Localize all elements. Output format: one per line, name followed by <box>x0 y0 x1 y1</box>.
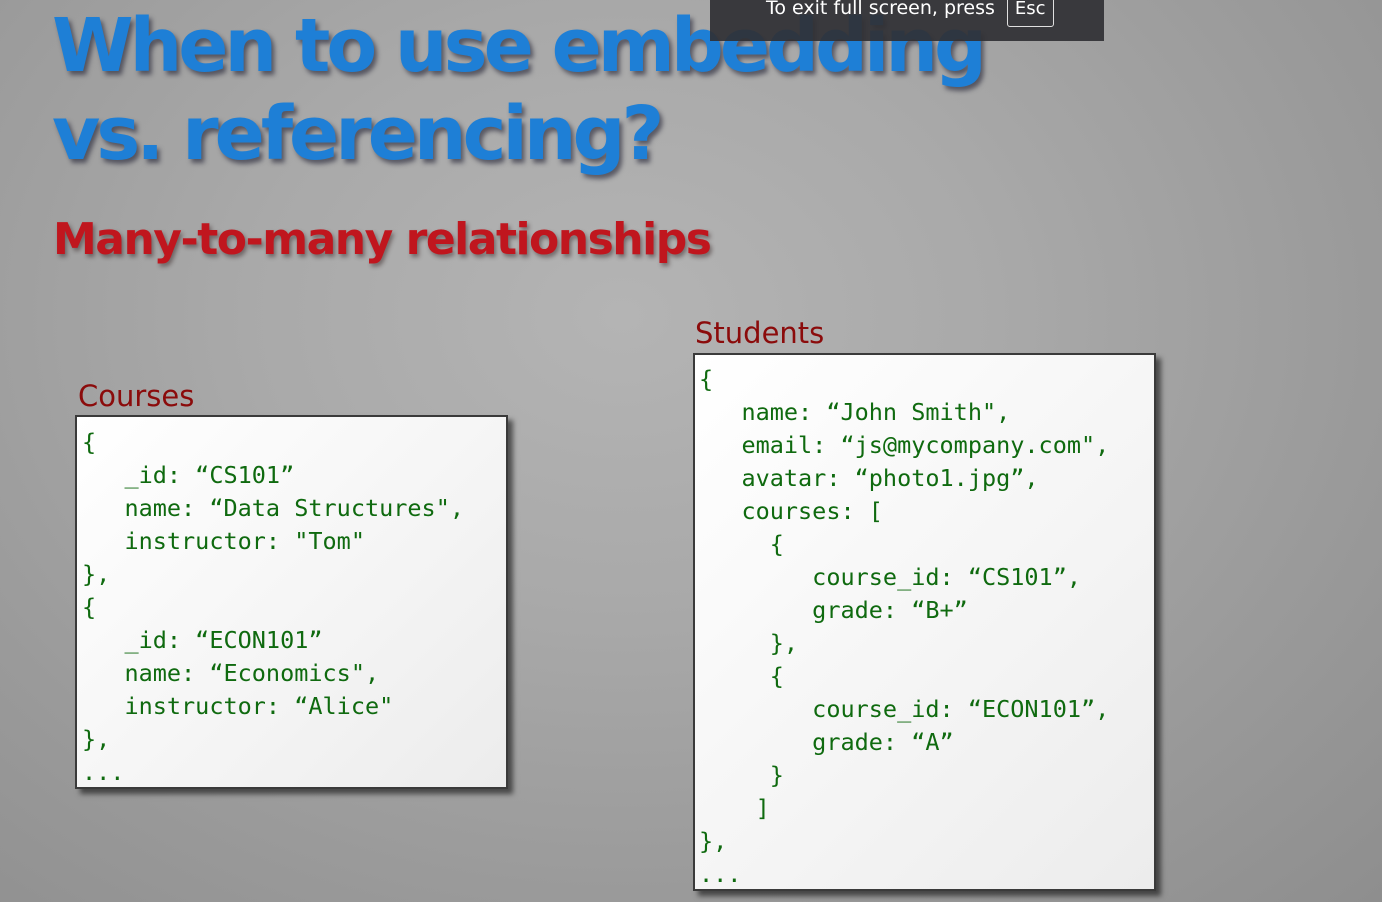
students-code-box: { name: “John Smith", email: “js@mycompa… <box>693 353 1156 891</box>
courses-code-line: ... <box>82 758 125 786</box>
courses-code-line: }, <box>82 560 111 588</box>
fullscreen-exit-notice: To exit full screen, press Esc <box>710 0 1104 41</box>
students-code-line: course_id: “CS101”, <box>699 563 1082 591</box>
slide: When to use embedding vs. referencing? M… <box>0 0 1382 902</box>
students-code-line: }, <box>699 629 799 657</box>
courses-code-line: _id: “ECON101” <box>82 626 323 654</box>
courses-code-line: { <box>82 593 97 621</box>
students-code-line: avatar: “photo1.jpg”, <box>699 464 1039 492</box>
fullscreen-exit-text: To exit full screen, press <box>766 0 995 19</box>
students-code-line: email: “js@mycompany.com", <box>699 431 1110 459</box>
students-code-line: ... <box>699 860 742 888</box>
courses-code-line: { <box>82 428 97 456</box>
courses-code-line: instructor: “Alice" <box>82 692 394 720</box>
courses-code-line: _id: “CS101” <box>82 461 295 489</box>
courses-code-line: name: “Economics", <box>82 659 380 687</box>
slide-subtitle: Many-to-many relationships <box>53 214 712 265</box>
courses-code-line: name: “Data Structures", <box>82 494 465 522</box>
students-code-line: ] <box>699 794 770 822</box>
courses-code-line: instructor: "Tom" <box>82 527 365 555</box>
students-code-line: grade: “B+” <box>699 596 968 624</box>
students-code-line: } <box>699 761 784 789</box>
courses-label: Courses <box>78 379 195 413</box>
students-code-line: }, <box>699 827 728 855</box>
students-code-line: grade: “A” <box>699 728 954 756</box>
courses-code-line: }, <box>82 725 111 753</box>
students-code-line: { <box>699 662 784 690</box>
students-code-line: courses: [ <box>699 497 883 525</box>
students-code-line: name: “John Smith", <box>699 398 1011 426</box>
esc-key-hint: Esc <box>1006 0 1054 27</box>
courses-code: { _id: “CS101” name: “Data Structures", … <box>82 426 506 789</box>
courses-code-box: { _id: “CS101” name: “Data Structures", … <box>75 415 508 789</box>
slide-title-line-2: vs. referencing? <box>52 91 664 177</box>
students-code-line: { <box>699 365 714 393</box>
students-code: { name: “John Smith", email: “js@mycompa… <box>699 363 1154 891</box>
students-code-line: course_id: “ECON101”, <box>699 695 1110 723</box>
students-label: Students <box>695 316 825 350</box>
students-code-line: { <box>699 530 784 558</box>
